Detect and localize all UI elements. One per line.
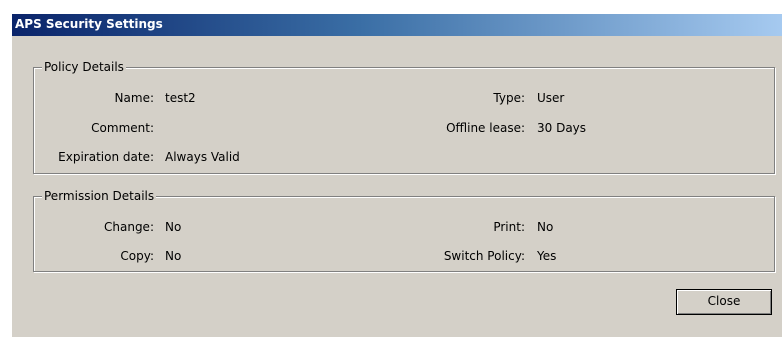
print-row: Print: — [34, 219, 525, 235]
permission-details-group: Permission Details Change: No Print: No … — [33, 189, 775, 272]
security-settings-dialog: APS Security Settings Policy Details Nam… — [11, 14, 782, 337]
type-row: Type: — [34, 90, 525, 106]
permission-details-legend: Permission Details — [42, 189, 157, 203]
close-button[interactable]: Close — [676, 289, 772, 315]
print-value: No — [537, 220, 554, 234]
type-label: Type: — [493, 91, 525, 105]
type-value: User — [537, 91, 565, 105]
expiration-value: Always Valid — [165, 150, 240, 164]
title-bar[interactable]: APS Security Settings — [12, 14, 782, 36]
offline-lease-row: Offline lease: — [34, 120, 525, 136]
switch-policy-value: Yes — [537, 249, 557, 263]
expiration-row: Expiration date: — [34, 149, 154, 165]
switch-policy-row: Switch Policy: — [34, 248, 525, 264]
print-label: Print: — [493, 220, 525, 234]
policy-details-group: Policy Details Name: test2 Type: User Co… — [33, 60, 775, 174]
offline-lease-value: 30 Days — [537, 121, 587, 135]
offline-lease-label: Offline lease: — [446, 121, 525, 135]
window-title: APS Security Settings — [15, 17, 163, 31]
policy-details-legend: Policy Details — [42, 60, 126, 74]
switch-policy-label: Switch Policy: — [443, 249, 525, 263]
expiration-label: Expiration date: — [58, 150, 154, 164]
